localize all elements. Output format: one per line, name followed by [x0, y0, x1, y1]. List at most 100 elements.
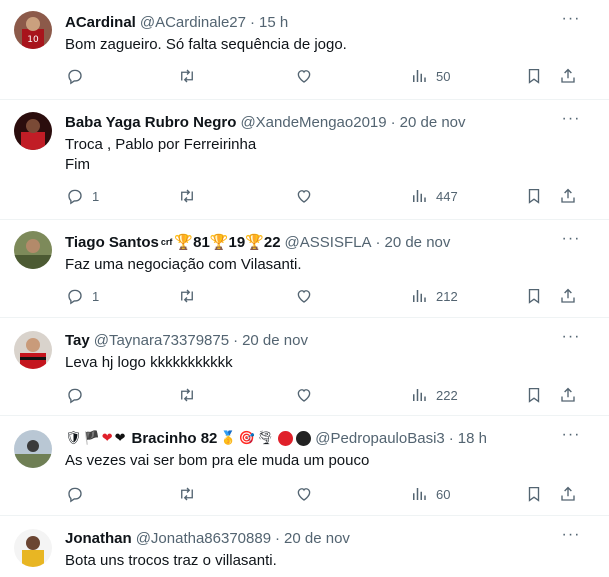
reply-icon — [66, 67, 84, 85]
tweet[interactable]: Tay @Taynara73379875 · 20 de nov ··· Lev… — [0, 318, 609, 416]
share-button[interactable] — [559, 184, 577, 208]
views-button[interactable]: 447 — [410, 184, 458, 208]
tweet-line: Leva hj logo kkkkkkkkkkk — [65, 354, 233, 371]
target-icon: 🎯 — [238, 430, 255, 445]
retweet-button[interactable] — [178, 482, 196, 506]
reply-count: 1 — [92, 288, 100, 304]
tweet[interactable]: Baba Yaga Rubro Negro @XandeMengao2019 ·… — [0, 100, 609, 220]
more-options-icon[interactable]: ··· — [561, 111, 581, 132]
share-button[interactable] — [559, 383, 577, 407]
timestamp[interactable]: 20 de nov — [400, 114, 466, 131]
bookmark-button[interactable] — [525, 64, 543, 88]
bookmark-icon — [525, 386, 543, 404]
bookmark-icon — [525, 187, 543, 205]
heart-icon — [295, 67, 313, 85]
views-button[interactable]: 212 — [410, 284, 458, 308]
user-handle[interactable]: @PedropauloBasi3 — [315, 430, 444, 447]
tweet-actions: 1 447 — [58, 184, 589, 208]
avatar[interactable] — [14, 331, 52, 369]
retweet-button[interactable] — [178, 284, 196, 308]
share-icon — [559, 67, 577, 85]
display-name[interactable]: Bracinho 82 — [132, 430, 218, 447]
timestamp[interactable]: 20 de nov — [284, 530, 350, 547]
tweet-actions: 1 212 — [58, 284, 589, 308]
bookmark-button[interactable] — [525, 383, 543, 407]
timestamp[interactable]: 15 h — [259, 14, 288, 31]
reply-button[interactable] — [66, 64, 92, 88]
tweet-text: Bom zagueiro. Só falta sequência de jogo… — [65, 35, 589, 55]
tweet[interactable]: 🛡 🏴 ❤ ❤ Bracinho 82 🥇 🎯 🌪 @PedropauloBas… — [0, 416, 609, 516]
heart-icon — [295, 287, 313, 305]
share-button[interactable] — [559, 64, 577, 88]
like-button[interactable] — [295, 383, 321, 407]
tweet-header: 🛡 🏴 ❤ ❤ Bracinho 82 🥇 🎯 🌪 @PedropauloBas… — [65, 428, 569, 448]
like-button[interactable] — [295, 64, 321, 88]
reply-button[interactable] — [66, 482, 92, 506]
avatar[interactable]: 10 — [14, 11, 52, 49]
display-name[interactable]: Baba Yaga Rubro Negro — [65, 114, 236, 131]
tweet[interactable]: Jonathan @Jonatha86370889 · 20 de nov ··… — [0, 516, 609, 577]
view-count: 212 — [436, 288, 458, 304]
more-options-icon[interactable]: ··· — [561, 231, 581, 252]
avatar[interactable] — [14, 112, 52, 150]
more-options-icon[interactable]: ··· — [561, 527, 581, 548]
user-handle[interactable]: @Taynara73379875 — [94, 332, 229, 349]
retweet-button[interactable] — [178, 64, 196, 88]
tweet[interactable]: 10 ACardinal @ACardinale27 · 15 h ··· Bo… — [0, 0, 609, 100]
separator-dot: · — [249, 13, 255, 31]
reply-button[interactable] — [66, 383, 92, 407]
share-button[interactable] — [559, 284, 577, 308]
bookmark-button[interactable] — [525, 284, 543, 308]
avatar[interactable] — [14, 430, 52, 468]
timestamp[interactable]: 20 de nov — [242, 332, 308, 349]
bookmark-icon — [525, 485, 543, 503]
tweet-header: Jonathan @Jonatha86370889 · 20 de nov — [65, 528, 569, 548]
timestamp[interactable]: 18 h — [458, 430, 487, 447]
bar-chart-icon — [410, 67, 428, 85]
reply-icon — [66, 287, 84, 305]
bookmark-button[interactable] — [525, 482, 543, 506]
retweet-icon — [178, 485, 196, 503]
red-circle-icon — [278, 430, 294, 446]
separator-dot: · — [233, 331, 239, 349]
user-handle[interactable]: @Jonatha86370889 — [136, 530, 271, 547]
avatar[interactable] — [14, 529, 52, 567]
shield-icon: 🛡 — [65, 430, 82, 445]
timestamp[interactable]: 20 de nov — [384, 234, 450, 251]
bar-chart-icon — [410, 485, 428, 503]
display-name[interactable]: ACardinal — [65, 14, 136, 31]
like-button[interactable] — [295, 184, 321, 208]
retweet-button[interactable] — [178, 383, 196, 407]
crf-badge: crf — [160, 237, 173, 247]
like-button[interactable] — [295, 482, 321, 506]
avatar[interactable] — [14, 231, 52, 269]
tweet[interactable]: Tiago Santos crf 🏆 81 🏆 19 🏆 22 @ASSISFL… — [0, 220, 609, 318]
black-heart-icon: ❤ — [114, 430, 126, 445]
user-handle[interactable]: @XandeMengao2019 — [240, 114, 386, 131]
share-icon — [559, 485, 577, 503]
bookmark-button[interactable] — [525, 184, 543, 208]
retweet-button[interactable] — [178, 184, 196, 208]
views-button[interactable]: 222 — [410, 383, 458, 407]
views-button[interactable]: 60 — [410, 482, 450, 506]
tweet-text: Troca , Pablo por Ferreirinha Fim — [65, 135, 589, 175]
tweet-line: As vezes vai ser bom pra ele muda um pou… — [65, 452, 370, 469]
share-button[interactable] — [559, 482, 577, 506]
display-name[interactable]: Tiago Santos — [65, 234, 159, 251]
tornado-icon: 🌪 — [256, 430, 274, 445]
more-options-icon[interactable]: ··· — [561, 329, 581, 350]
like-button[interactable] — [295, 284, 321, 308]
heart-icon — [295, 187, 313, 205]
more-options-icon[interactable]: ··· — [561, 11, 581, 32]
reply-button[interactable]: 1 — [66, 284, 99, 308]
tweet-line: Fim — [65, 156, 90, 173]
views-button[interactable]: 50 — [410, 64, 450, 88]
display-name[interactable]: Tay — [65, 332, 90, 349]
display-name[interactable]: Jonathan — [65, 530, 132, 547]
more-options-icon[interactable]: ··· — [561, 427, 581, 448]
retweet-icon — [178, 67, 196, 85]
user-handle[interactable]: @ASSISFLA — [285, 234, 372, 251]
reply-icon — [66, 485, 84, 503]
user-handle[interactable]: @ACardinale27 — [140, 14, 246, 31]
reply-button[interactable]: 1 — [66, 184, 99, 208]
